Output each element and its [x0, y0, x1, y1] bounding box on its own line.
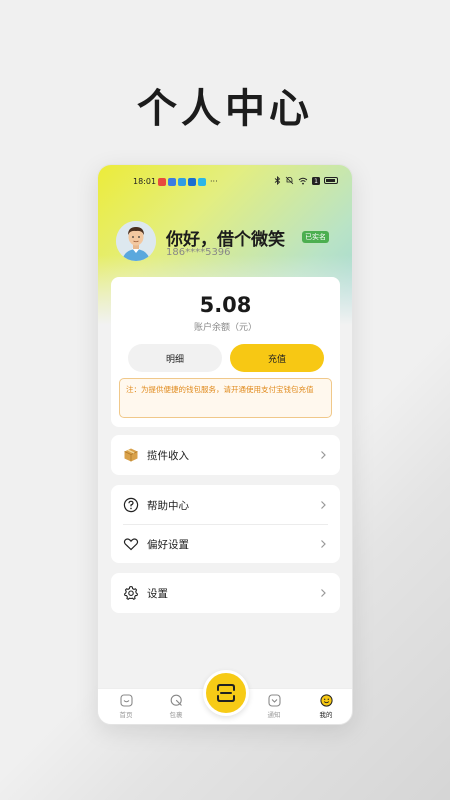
parcel-search-icon	[169, 693, 183, 707]
profile-header: 你好，借个微笑 已实名 186****5396	[112, 219, 342, 269]
package-icon	[123, 447, 139, 463]
scan-button[interactable]	[203, 670, 249, 716]
phone-frame: 18:01 ··· 1 你好，借个微笑 已实名 186****5396 5.08…	[97, 164, 353, 725]
tab-home[interactable]: 首页	[106, 693, 146, 719]
heart-icon	[123, 536, 139, 552]
menu-label-preferences: 偏好设置	[147, 538, 189, 551]
mute-icon	[285, 176, 294, 185]
help-card: 帮助中心 偏好设置	[111, 485, 340, 563]
menu-label-help: 帮助中心	[147, 499, 189, 512]
question-icon	[123, 497, 139, 513]
chevron-right-icon	[321, 540, 326, 548]
tab-mine[interactable]: 我的	[306, 693, 346, 719]
signal-icon: 1	[312, 176, 320, 185]
chevron-right-icon	[321, 589, 326, 597]
menu-label-settings: 设置	[147, 587, 168, 600]
status-more: ···	[210, 177, 218, 186]
gear-icon	[123, 585, 139, 601]
status-bar: 18:01 ··· 1	[98, 175, 352, 189]
chevron-right-icon	[321, 501, 326, 509]
avatar[interactable]	[116, 221, 156, 261]
wallet-card: 5.08 账户余额（元） 明细 充值 注：为提供便捷的钱包服务，请开通使用支付宝…	[111, 277, 340, 427]
home-icon	[119, 693, 133, 707]
chevron-right-icon	[321, 451, 326, 459]
status-time: 18:01	[133, 177, 157, 186]
status-notification-icons: ···	[158, 177, 218, 186]
app-notification-icon	[158, 177, 166, 186]
balance-label: 账户余额（元）	[193, 323, 257, 333]
detail-button[interactable]: 明细	[128, 344, 222, 372]
tab-parcel[interactable]: 包裹	[156, 693, 196, 719]
menu-item-help[interactable]: 帮助中心	[111, 485, 340, 525]
phone-number: 186****5396	[166, 247, 231, 258]
app-notification-icon	[168, 177, 176, 186]
income-card: 揽件收入	[111, 435, 340, 475]
battery-icon	[324, 177, 338, 184]
tab-notify[interactable]: 通知	[254, 693, 294, 719]
tab-label-notify: 通知	[267, 711, 281, 719]
menu-label-income: 揽件收入	[147, 449, 189, 462]
avatar-illustration	[116, 221, 156, 261]
wifi-icon	[298, 177, 308, 184]
menu-item-preferences[interactable]: 偏好设置	[111, 524, 340, 564]
verified-badge: 已实名	[302, 231, 329, 243]
menu-item-settings[interactable]: 设置	[111, 573, 340, 613]
app-notification-icon	[198, 177, 206, 186]
tab-label-mine: 我的	[319, 711, 333, 719]
status-system-icons: 1	[274, 176, 338, 185]
svg-text:1: 1	[314, 178, 318, 185]
tab-label-home: 首页	[119, 711, 133, 719]
menu-item-income[interactable]: 揽件收入	[111, 435, 340, 475]
balance-amount: 5.08	[199, 293, 252, 317]
scan-icon	[217, 684, 235, 702]
notification-icon	[267, 693, 281, 707]
app-notification-icon	[188, 177, 196, 186]
smile-icon	[319, 693, 333, 707]
tab-label-parcel: 包裹	[169, 711, 183, 719]
settings-card: 设置	[111, 573, 340, 613]
bluetooth-icon	[274, 176, 281, 185]
page-title: 个人中心	[137, 86, 313, 132]
wallet-notice: 注：为提供便捷的钱包服务，请开通使用支付宝钱包充值	[119, 378, 332, 418]
recharge-button[interactable]: 充值	[230, 344, 324, 372]
app-notification-icon	[178, 177, 186, 186]
